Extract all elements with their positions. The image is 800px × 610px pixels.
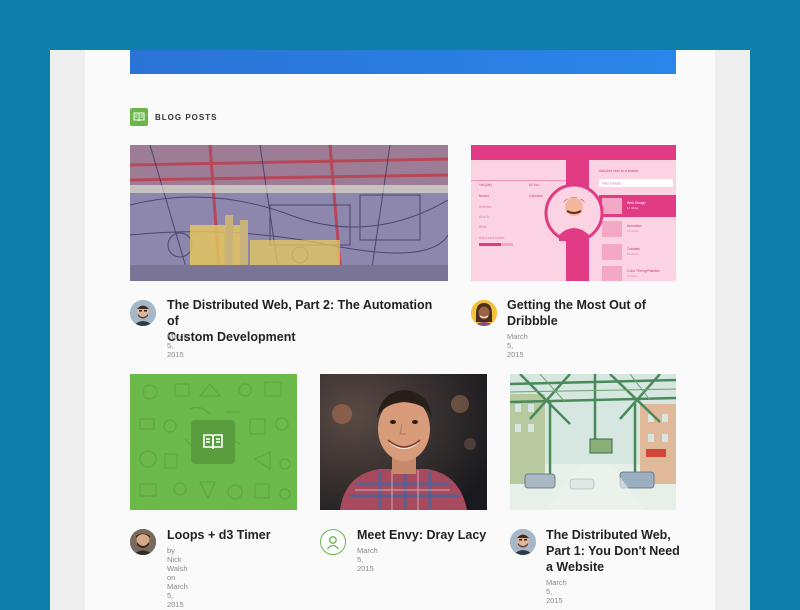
post-thumbnail-dribbble[interactable]: You (Me) All You Bucket 4 buckets Select…: [471, 145, 676, 281]
post-title[interactable]: The Distributed Web, Part 2: The Automat…: [167, 297, 447, 345]
mock-right-sub: 17 shots: [627, 206, 639, 210]
post-thumbnail-factory[interactable]: [130, 145, 448, 281]
author-avatar[interactable]: [510, 529, 536, 555]
browser-window: BLOG POSTS The Distributed Web, Part 2: …: [50, 50, 750, 610]
post-date: March 5, 2015: [507, 332, 528, 359]
section-header: BLOG POSTS: [130, 108, 217, 126]
mock-left-item: You (Me): [479, 183, 492, 187]
mock-right-item: Color Theory/Palettes: [627, 269, 660, 273]
mock-right-item: Tutorials: [627, 247, 640, 251]
post-thumbnail-green-pattern[interactable]: [130, 374, 297, 510]
mock-right-item: Animation: [627, 224, 642, 228]
mock-header: Add this shot to a bucket: [599, 169, 638, 173]
mock-left-item: All of it: [479, 215, 489, 219]
mock-right-sub: 3 shots: [627, 274, 637, 278]
book-icon: [130, 108, 148, 126]
section-title: BLOG POSTS: [155, 112, 218, 122]
post-title[interactable]: Getting the Most Out of Dribbble: [507, 297, 677, 329]
post-title[interactable]: The Distributed Web, Part 1: You Don't N…: [546, 527, 686, 575]
hero-banner: [130, 50, 676, 74]
mock-left-item: Add a new bucket: [479, 236, 504, 240]
mock-left-item: Bucket: [479, 194, 489, 198]
mock-left-right-item: 4 buckets: [529, 194, 543, 198]
author-avatar[interactable]: [130, 529, 156, 555]
author-avatar[interactable]: [130, 300, 156, 326]
mock-right-item: Web Design: [627, 201, 646, 205]
mock-left-right-item: All You: [529, 183, 539, 187]
post-date: March 5, 2015: [167, 332, 188, 359]
blog-page: BLOG POSTS The Distributed Web, Part 2: …: [85, 50, 715, 610]
post-title[interactable]: Loops + d3 Timer: [167, 527, 297, 543]
user-placeholder-icon[interactable]: [320, 529, 346, 555]
author-avatar[interactable]: [471, 300, 497, 326]
post-thumbnail-street[interactable]: [510, 374, 676, 510]
mock-left-item: Work: [479, 225, 487, 229]
mock-filter: Filter buckets: [602, 182, 621, 186]
mock-right-sub: 10 shots: [627, 229, 639, 233]
mock-right-sub: 23 shots: [627, 252, 639, 256]
post-date: March 5, 2015: [546, 578, 567, 605]
mock-left-item: Selected: [479, 205, 492, 209]
post-title[interactable]: Meet Envy: Dray Lacy: [357, 527, 492, 543]
post-date: March 5, 2015: [357, 546, 378, 573]
post-thumbnail-portrait[interactable]: [320, 374, 487, 510]
